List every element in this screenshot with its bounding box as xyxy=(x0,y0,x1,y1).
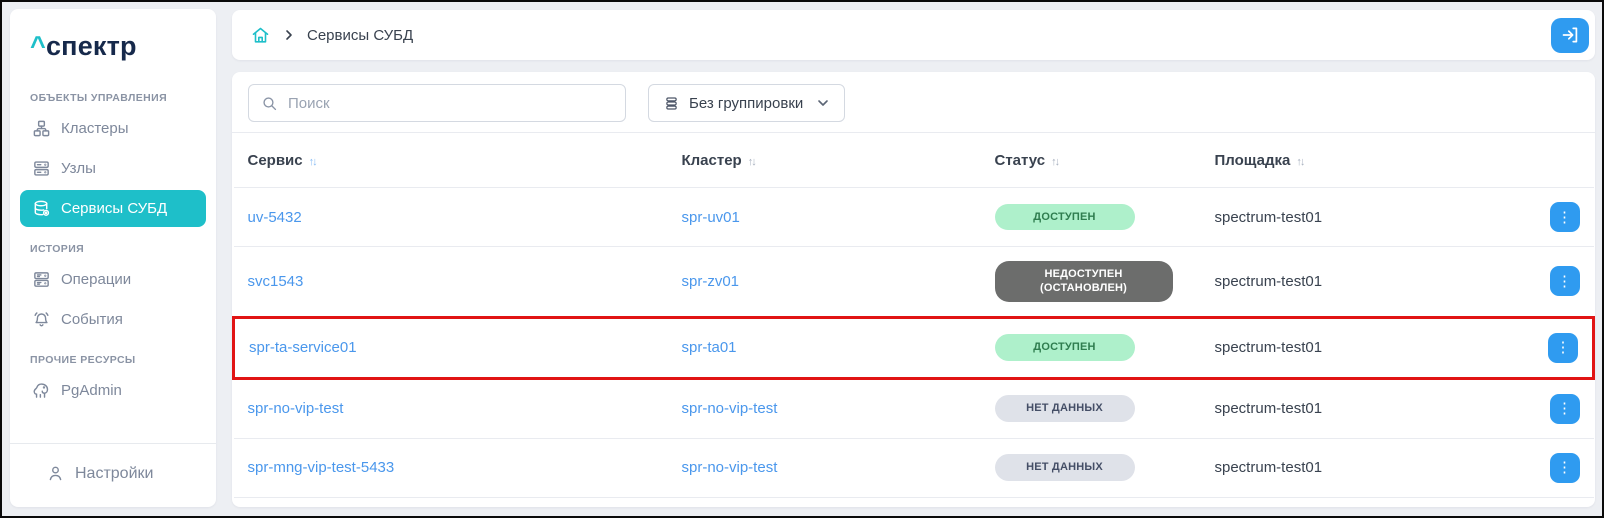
highlighted-row: spr-ta-service01 spr-ta01 ДОСТУПЕН spectrum… xyxy=(234,317,1594,378)
kebab-icon: ⋮ xyxy=(1557,460,1572,475)
cluster-link[interactable]: spr-zv01 xyxy=(682,273,740,290)
breadcrumb: Сервисы СУБД xyxy=(232,10,1595,60)
cluster-link[interactable]: spr-ta01 xyxy=(682,339,737,356)
sidebar-item-label: События xyxy=(61,311,123,328)
row-actions-button[interactable]: ⋮ xyxy=(1550,394,1580,424)
kebab-icon: ⋮ xyxy=(1557,210,1572,225)
column-header-label: Площадка xyxy=(1215,152,1291,169)
service-link[interactable]: spr-ta-service01 xyxy=(249,339,357,356)
cluster-icon xyxy=(32,119,51,138)
table-row: spr-mng-vip-test-5433 spr-no-vip-test НЕТ … xyxy=(234,438,1594,497)
status-badge: НЕТ ДАННЫХ xyxy=(995,395,1135,421)
search-input[interactable] xyxy=(286,94,613,113)
sidebar-item-events[interactable]: События xyxy=(20,301,206,338)
breadcrumb-current: Сервисы СУБД xyxy=(307,27,413,44)
sidebar-item-operations[interactable]: Операции xyxy=(20,261,206,298)
database-icon xyxy=(32,199,51,218)
column-header-Сервис[interactable]: Сервис ↑↓ xyxy=(234,133,668,188)
grouping-selected-value: Без группировки xyxy=(689,95,803,112)
status-badge: НЕДОСТУПЕН (ОСТАНОВЛЕН) xyxy=(995,261,1173,302)
table-row: uv-5432 spr-uv01 ДОСТУПЕН spectrum-test01 ⋮ xyxy=(234,188,1594,247)
search-icon xyxy=(261,95,278,112)
sidebar-item-settings[interactable]: Настройки xyxy=(10,443,216,507)
service-link[interactable]: uv-5432 xyxy=(248,209,302,226)
person-icon xyxy=(46,464,65,483)
cluster-link[interactable]: spr-uv01 xyxy=(682,209,740,226)
service-link[interactable]: spr-no-vip-test xyxy=(248,400,344,417)
cluster-link[interactable]: spr-no-vip-test xyxy=(682,400,778,417)
column-header-Статус[interactable]: Статус ↑↓ xyxy=(981,133,1201,188)
chevron-down-icon xyxy=(816,96,830,110)
sidebar-item-label: Кластеры xyxy=(61,120,129,137)
sort-icon[interactable]: ↑↓ xyxy=(748,156,755,168)
sidebar-section-label: ОБЪЕКТЫ УПРАВЛЕНИЯ xyxy=(30,92,196,104)
elephant-icon xyxy=(32,381,51,400)
logo-text: спектр xyxy=(46,31,137,61)
sidebar-item-label: PgAdmin xyxy=(61,382,122,399)
column-header-label: Статус xyxy=(995,152,1046,169)
grouping-dropdown[interactable]: Без группировки xyxy=(648,84,845,122)
search-box xyxy=(248,84,626,122)
sidebar-item-label: Сервисы СУБД xyxy=(61,200,167,217)
sidebar-item-nodes[interactable]: Узлы xyxy=(20,150,206,187)
column-header-actions xyxy=(1530,133,1594,188)
column-header-label: Сервис xyxy=(248,152,303,169)
sidebar-item-pgadmin[interactable]: PgAdmin xyxy=(20,372,206,409)
sidebar-item-label: Настройки xyxy=(75,465,153,483)
table-header-row: Сервис ↑↓ Кластер ↑↓ Статус ↑↓ Площадка ↑↓ xyxy=(234,133,1594,188)
cluster-link[interactable]: spr-no-vip-test xyxy=(682,459,778,476)
app-logo: ^спектр xyxy=(10,9,216,72)
site-label: spectrum-test01 xyxy=(1215,339,1323,356)
column-header-label: Кластер xyxy=(682,152,742,169)
sort-icon[interactable]: ↑↓ xyxy=(309,156,316,168)
site-label: spectrum-test01 xyxy=(1215,400,1323,417)
status-badge: ДОСТУПЕН xyxy=(995,334,1135,360)
sidebar-item-clusters[interactable]: Кластеры xyxy=(20,110,206,147)
operations-icon xyxy=(32,270,51,289)
exit-icon xyxy=(1560,25,1580,45)
sort-icon[interactable]: ↑↓ xyxy=(1296,156,1303,168)
logout-button[interactable] xyxy=(1551,18,1589,53)
nodes-icon xyxy=(32,159,51,178)
bell-icon xyxy=(32,310,51,329)
grouping-icon xyxy=(663,95,680,112)
home-icon[interactable] xyxy=(250,25,271,46)
sidebar-section-label: ПРОЧИЕ РЕСУРСЫ xyxy=(30,354,196,366)
sidebar: ^спектр ОБЪЕКТЫ УПРАВЛЕНИЯ Кластеры Узлы Се… xyxy=(10,9,216,507)
logo-caret-icon: ^ xyxy=(30,31,46,61)
sidebar-item-label: Операции xyxy=(61,271,131,288)
toolbar: Без группировки xyxy=(232,72,1595,133)
row-actions-button[interactable]: ⋮ xyxy=(1548,333,1578,363)
status-badge: НЕТ ДАННЫХ xyxy=(995,454,1135,480)
table-row: spr-loadsvc01spr-loadtestОШИБКАspectrum-… xyxy=(234,497,1594,507)
column-header-Кластер[interactable]: Кластер ↑↓ xyxy=(668,133,981,188)
row-actions-button[interactable]: ⋮ xyxy=(1550,202,1580,232)
row-actions-button[interactable]: ⋮ xyxy=(1550,453,1580,483)
table-row: spr-no-vip-test spr-no-vip-test НЕТ ДАННЫХ… xyxy=(234,378,1594,438)
chevron-right-icon xyxy=(283,29,295,41)
sort-icon[interactable]: ↑↓ xyxy=(1051,156,1058,168)
kebab-icon: ⋮ xyxy=(1557,274,1572,289)
site-label: spectrum-test01 xyxy=(1215,459,1323,476)
service-link[interactable]: svc1543 xyxy=(248,273,304,290)
service-link[interactable]: spr-mng-vip-test-5433 xyxy=(248,459,395,476)
site-label: spectrum-test01 xyxy=(1215,209,1323,226)
sidebar-item-dbms-services[interactable]: Сервисы СУБД xyxy=(20,190,206,227)
table-row: svc1543 spr-zv01 НЕДОСТУПЕН (ОСТАНОВЛЕН) sp… xyxy=(234,247,1594,318)
sidebar-section-label: ИСТОРИЯ xyxy=(30,243,196,255)
main-content: Без группировки Сервис ↑↓ Кластер ↑↓ Статус ↑… xyxy=(232,72,1595,507)
row-actions-button[interactable]: ⋮ xyxy=(1550,266,1580,296)
status-badge: ДОСТУПЕН xyxy=(995,204,1135,230)
sidebar-item-label: Узлы xyxy=(61,160,96,177)
app-window: ^спектр ОБЪЕКТЫ УПРАВЛЕНИЯ Кластеры Узлы Се… xyxy=(0,0,1604,518)
kebab-icon: ⋮ xyxy=(1556,340,1571,355)
site-label: spectrum-test01 xyxy=(1215,273,1323,290)
column-header-Площадка[interactable]: Площадка ↑↓ xyxy=(1201,133,1530,188)
sidebar-nav: ОБЪЕКТЫ УПРАВЛЕНИЯ Кластеры Узлы Сервисы СУ… xyxy=(10,72,216,443)
kebab-icon: ⋮ xyxy=(1557,401,1572,416)
services-table: Сервис ↑↓ Кластер ↑↓ Статус ↑↓ Площадка ↑↓ uv-5… xyxy=(232,133,1595,507)
